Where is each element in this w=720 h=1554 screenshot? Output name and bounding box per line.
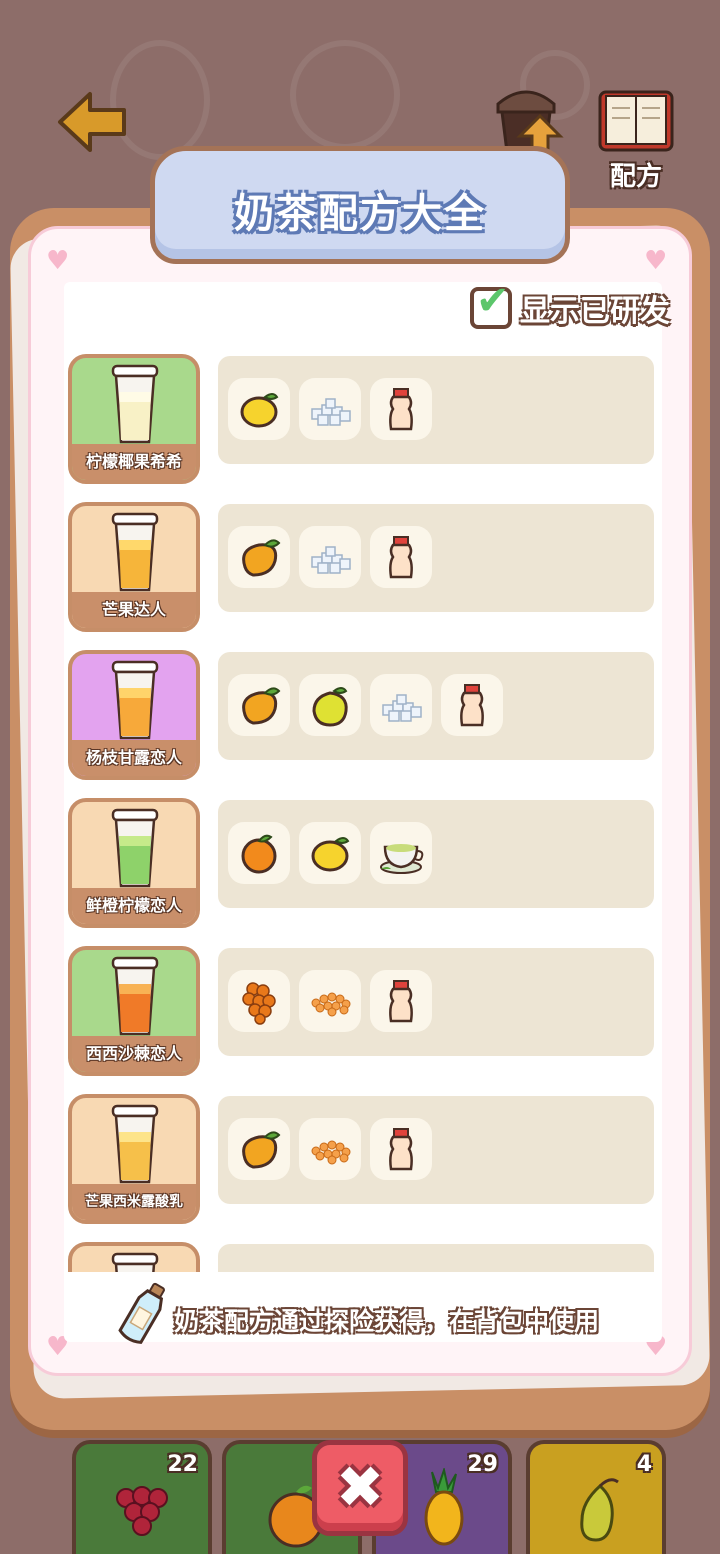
yakult-bottle-icon <box>370 970 432 1032</box>
drink-name: 芒果西米露酸乳 <box>72 1184 196 1220</box>
back-arrow-icon <box>58 92 126 152</box>
drink-card[interactable] <box>68 1242 200 1272</box>
show-developed-label: 显示已研发 <box>520 294 670 329</box>
mango-icon <box>228 1118 290 1180</box>
milk-tea-cup-icon <box>110 1252 160 1272</box>
recipe-row[interactable]: 鲜橙柠檬恋人 <box>64 798 662 928</box>
recipe-book-button[interactable]: 配方 <box>594 86 678 196</box>
sugar-cubes-icon <box>299 526 361 588</box>
book-icon <box>598 90 674 152</box>
pineapple-icon <box>406 1466 486 1548</box>
sugar-cubes-icon <box>299 378 361 440</box>
ingredient-panel <box>218 1244 654 1272</box>
milk-tea-cup-icon <box>110 364 160 446</box>
drink-card[interactable]: 芒果达人 <box>68 502 200 632</box>
drink-name: 鲜橙柠檬恋人 <box>72 888 196 924</box>
drink-card[interactable]: 西西沙棘恋人 <box>68 946 200 1076</box>
ingredient-panel <box>218 652 654 760</box>
title-banner: 奶茶配方大全 <box>150 146 570 264</box>
inventory-slot[interactable]: 4 <box>526 1440 666 1554</box>
sea-buckthorn-icon <box>228 970 290 1032</box>
close-button[interactable]: ✖ <box>312 1440 408 1536</box>
pear-icon <box>560 1468 640 1548</box>
recipe-row[interactable]: 西西沙棘恋人 <box>64 946 662 1076</box>
recipe-row[interactable]: 柠檬椰果希希 <box>64 354 662 484</box>
ingredient-panel <box>218 1096 654 1204</box>
lemon-icon <box>228 378 290 440</box>
drink-name: 芒果达人 <box>72 592 196 628</box>
pomelo-icon <box>299 674 361 736</box>
recipe-list[interactable]: 柠檬椰果希希 芒果达人 杨枝甘露恋人 鲜橙柠檬恋人 西西沙棘恋人 芒果西米露酸乳 <box>64 354 662 1272</box>
show-developed-toggle[interactable]: ✔ 显示已研发 <box>470 281 670 330</box>
page-title: 奶茶配方大全 <box>234 191 486 237</box>
drink-card[interactable]: 芒果西米露酸乳 <box>68 1094 200 1224</box>
mango-icon <box>228 526 290 588</box>
yakult-bottle-icon <box>370 1118 432 1180</box>
orange-icon <box>228 822 290 884</box>
tapioca-pearls-icon <box>299 970 361 1032</box>
sugar-cubes-icon <box>370 674 432 736</box>
drink-name: 杨枝甘露恋人 <box>72 740 196 776</box>
recipe-row[interactable]: 杨枝甘露恋人 <box>64 650 662 780</box>
milk-tea-cup-icon <box>110 660 160 742</box>
drink-card[interactable]: 柠檬椰果希希 <box>68 354 200 484</box>
milk-tea-cup-icon <box>110 956 160 1038</box>
hint-bar: 奶茶配方通过探险获得，在背包中使用 <box>116 1280 616 1350</box>
recipe-row[interactable]: 芒果达人 <box>64 502 662 632</box>
heart-decoration-icon: ♥ <box>46 246 70 276</box>
milk-tea-cup-icon <box>110 512 160 594</box>
drink-card[interactable]: 鲜橙柠檬恋人 <box>68 798 200 928</box>
drink-card[interactable]: 杨枝甘露恋人 <box>68 650 200 780</box>
yakult-bottle-icon <box>370 526 432 588</box>
ingredient-panel <box>218 504 654 612</box>
pineapple-bg-icon <box>290 40 400 150</box>
checkmark-icon: ✔ <box>476 278 510 324</box>
close-icon: ✖ <box>335 1453 385 1521</box>
milk-tea-cup-icon <box>110 1104 160 1186</box>
heart-decoration-icon: ♥ <box>644 246 668 276</box>
inventory-slot[interactable]: 22 <box>72 1440 212 1554</box>
yakult-bottle-icon <box>441 674 503 736</box>
recipe-row[interactable]: 芒果西米露酸乳 <box>64 1094 662 1224</box>
show-developed-checkbox[interactable]: ✔ <box>470 281 512 329</box>
hint-text: 奶茶配方通过探险获得，在背包中使用 <box>174 1307 600 1336</box>
ingredient-panel <box>218 356 654 464</box>
milk-tea-cup-icon <box>110 808 160 890</box>
drink-name: 西西沙棘恋人 <box>72 1036 196 1072</box>
tapioca-pearls-icon <box>299 1118 361 1180</box>
yakult-bottle-icon <box>370 378 432 440</box>
lemon-icon <box>299 822 361 884</box>
drink-name: 柠檬椰果希希 <box>72 444 196 480</box>
item-count: 29 <box>467 1452 498 1477</box>
recipe-row[interactable] <box>64 1242 662 1272</box>
green-tea-icon <box>370 822 432 884</box>
message-bottle-icon <box>118 1282 165 1344</box>
mango-icon <box>228 674 290 736</box>
back-button[interactable] <box>56 86 128 158</box>
recipe-label: 配方 <box>609 162 662 192</box>
item-count: 22 <box>167 1452 198 1477</box>
ingredient-panel <box>218 948 654 1056</box>
grape-icon <box>106 1468 186 1548</box>
ingredient-panel <box>218 800 654 908</box>
item-count: 4 <box>636 1452 652 1477</box>
